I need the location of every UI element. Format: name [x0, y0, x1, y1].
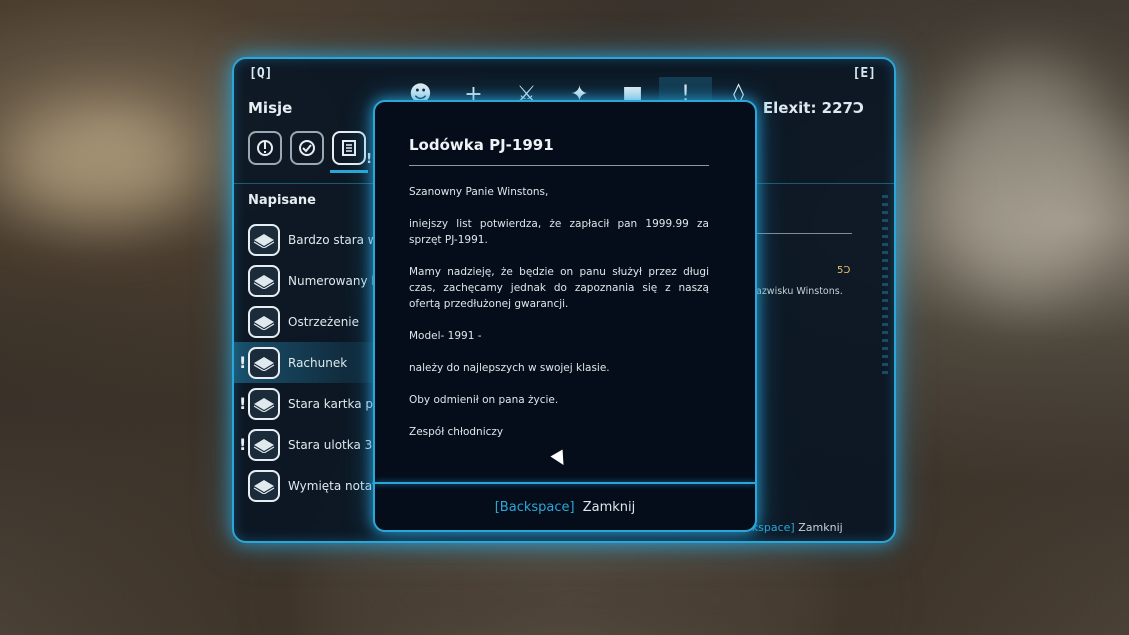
document-list: Bardzo stara wia Numerowany kaw Ostrzeże… [234, 219, 374, 506]
active-quests-icon[interactable] [248, 131, 282, 165]
paper-icon [248, 264, 280, 297]
list-item-label: Bardzo stara wia [288, 232, 374, 247]
new-indicator-icon: ! [239, 394, 247, 413]
paper-icon [248, 428, 280, 461]
decorative-scanline [882, 195, 888, 375]
document-paragraph: Szanowny Panie Winstons, [409, 186, 549, 198]
document-paragraph: Mamy nadzieję, że będzie on panu służył … [409, 266, 709, 310]
document-paragraph: Oby odmienił on pana życie. [409, 394, 559, 406]
list-item[interactable]: Ostrzeżenie [234, 301, 374, 342]
detail-text: azwisku Winstons. [756, 286, 843, 297]
list-item-label: Stara kartka pap [288, 396, 374, 411]
list-item-label: Rachunek [288, 355, 348, 370]
currency-readout: Elexit: 227Ɔ [762, 99, 864, 117]
document-body: Szanowny Panie Winstons, iniejszy list p… [409, 184, 709, 456]
new-indicator-icon: ! [366, 152, 372, 167]
paper-icon [248, 223, 280, 256]
close-button[interactable]: [Backspace] Zamknij [375, 500, 755, 515]
list-item-label: Ostrzeżenie [288, 314, 360, 329]
completed-quests-icon[interactable] [290, 131, 324, 165]
list-item[interactable]: ! Stara kartka pap [234, 383, 374, 424]
document-reader-modal: Lodówka PJ-1991 Szanowny Panie Winstons,… [373, 100, 757, 532]
list-item-label: Stara ulotka 3 [288, 437, 373, 452]
background-window-light [930, 60, 1120, 300]
paper-icon [248, 305, 280, 338]
documents-icon[interactable]: ! [330, 131, 372, 173]
mission-category-tabs: ! [248, 131, 372, 173]
document-paragraph: Model- 1991 - [409, 330, 482, 342]
list-item-label: Numerowany kaw [288, 273, 374, 288]
new-indicator-icon: ! [239, 435, 247, 454]
close-label: Zamknij [582, 500, 636, 515]
document-title: Lodówka PJ-1991 [409, 136, 554, 154]
new-indicator-icon: ! [239, 353, 247, 372]
list-item[interactable]: Bardzo stara wia [234, 219, 374, 260]
paper-icon [248, 387, 280, 420]
section-title: Napisane [248, 193, 316, 208]
document-paragraph: iniejszy list potwierdza, że zapłacił pa… [409, 218, 709, 246]
previous-tab-key[interactable]: [Q] [249, 66, 272, 81]
paper-icon [248, 469, 280, 502]
missions-title: Misje [248, 99, 293, 117]
document-paragraph: Zespół chłodniczy [409, 426, 504, 438]
next-tab-key[interactable]: [E] [853, 66, 876, 81]
detail-divider [756, 233, 852, 234]
list-item-selected[interactable]: ! Rachunek [234, 342, 374, 383]
close-key: [Backspace] [494, 500, 575, 515]
background-light [0, 110, 200, 220]
reward-value: 5Ɔ [837, 265, 851, 276]
footer-divider [375, 482, 755, 484]
list-item[interactable]: Wymięta notatka [234, 465, 374, 506]
list-item-label: Wymięta notatka [288, 478, 374, 493]
title-divider [409, 165, 709, 166]
list-item[interactable]: Numerowany kaw [234, 260, 374, 301]
background-floor [300, 540, 860, 635]
document-paragraph: należy do najlepszych w swojej klasie. [409, 362, 610, 374]
list-item[interactable]: ! Stara ulotka 3 [234, 424, 374, 465]
background-close-label: Zamknij [798, 521, 843, 534]
paper-icon [248, 346, 280, 379]
